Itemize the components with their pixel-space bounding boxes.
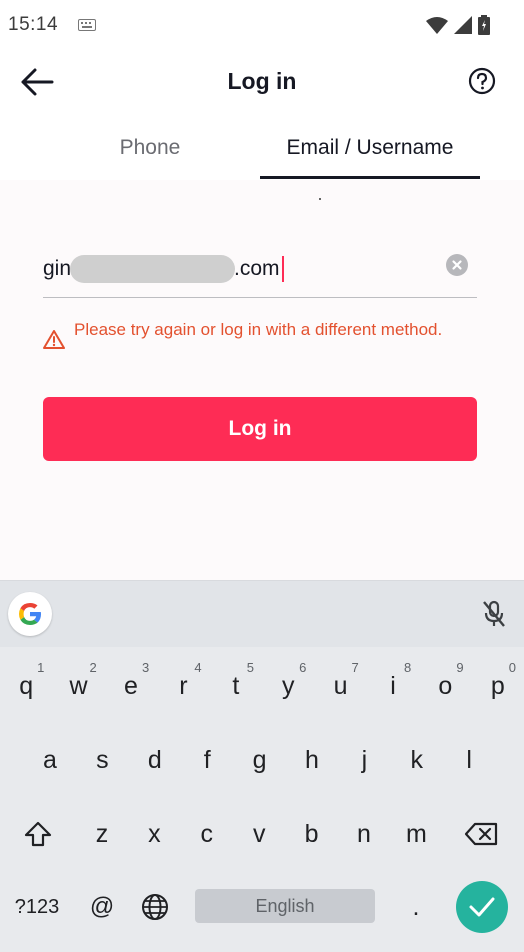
- key-p[interactable]: p0: [472, 656, 524, 716]
- wifi-icon: [426, 17, 448, 34]
- warning-icon: [43, 330, 65, 349]
- key-i[interactable]: i8: [367, 656, 419, 716]
- key-r[interactable]: r4: [157, 656, 209, 716]
- close-icon: [452, 260, 462, 270]
- error-message: Please try again or log in with a differ…: [43, 316, 463, 351]
- key-j[interactable]: j: [338, 730, 390, 790]
- header: Log in: [0, 52, 524, 112]
- key-z[interactable]: z: [76, 804, 128, 864]
- active-tab-indicator: [260, 176, 480, 179]
- enter-key[interactable]: [456, 881, 508, 933]
- key-v[interactable]: v: [233, 804, 285, 864]
- signal-icon: [454, 16, 472, 34]
- shift-key[interactable]: [12, 804, 64, 864]
- battery-icon: [478, 15, 490, 35]
- key-u[interactable]: u7: [314, 656, 366, 716]
- email-input[interactable]: gin .com: [43, 245, 477, 298]
- period-key[interactable]: .: [392, 877, 440, 937]
- key-x[interactable]: x: [128, 804, 180, 864]
- shift-icon: [24, 821, 52, 847]
- voice-input-button[interactable]: [480, 599, 508, 629]
- form-area: [0, 180, 524, 580]
- key-d[interactable]: d: [129, 730, 181, 790]
- keyboard-toolbar: [0, 581, 524, 647]
- key-hint: 7: [351, 660, 359, 675]
- key-c[interactable]: c: [181, 804, 233, 864]
- key-s[interactable]: s: [76, 730, 128, 790]
- globe-icon: [142, 894, 168, 920]
- key-m[interactable]: m: [390, 804, 442, 864]
- page-title: Log in: [227, 68, 297, 94]
- key-q[interactable]: q1: [0, 656, 52, 716]
- space-key[interactable]: English: [195, 889, 375, 923]
- key-hint: 8: [403, 660, 412, 675]
- key-g[interactable]: g: [234, 730, 286, 790]
- key-o[interactable]: o9: [419, 656, 471, 716]
- help-icon: [468, 67, 496, 95]
- key-label: u: [333, 671, 348, 700]
- key-hint: 2: [89, 660, 97, 675]
- key-hint: 1: [37, 660, 45, 675]
- key-hint: 6: [299, 660, 307, 675]
- key-b[interactable]: b: [286, 804, 338, 864]
- key-hint: 9: [456, 660, 464, 675]
- key-t[interactable]: t5: [210, 656, 262, 716]
- text-cursor: [281, 256, 284, 282]
- key-h[interactable]: h: [286, 730, 338, 790]
- key-hint: 4: [194, 660, 202, 675]
- backspace-icon: [464, 822, 498, 846]
- key-label: q: [19, 671, 34, 700]
- backspace-key[interactable]: [455, 804, 507, 864]
- key-label: r: [179, 671, 188, 700]
- key-label: t: [232, 671, 240, 700]
- key-hint: 3: [141, 660, 150, 675]
- key-l[interactable]: l: [443, 730, 495, 790]
- key-f[interactable]: f: [181, 730, 233, 790]
- key-w[interactable]: w2: [52, 656, 104, 716]
- email-value: gin .com: [43, 255, 284, 283]
- status-bar: 15:14: [0, 0, 524, 52]
- at-key[interactable]: @: [78, 877, 126, 937]
- checkmark-icon: [469, 897, 495, 917]
- key-label: p: [490, 671, 505, 700]
- keyboard-status-icon: [78, 19, 96, 31]
- mic-off-icon: [483, 600, 505, 627]
- tab-phone[interactable]: Phone: [60, 136, 240, 160]
- clear-input-button[interactable]: [446, 254, 468, 276]
- google-button[interactable]: [8, 592, 52, 636]
- google-icon: [19, 603, 41, 625]
- key-hint: 0: [508, 660, 516, 675]
- key-label: o: [438, 671, 453, 700]
- email-prefix: gin: [43, 257, 72, 280]
- status-time: 15:14: [8, 14, 59, 35]
- symbols-key[interactable]: ?123: [6, 877, 68, 937]
- key-n[interactable]: n: [338, 804, 390, 864]
- dot: [319, 198, 321, 200]
- key-label: e: [124, 671, 138, 700]
- key-e[interactable]: e3: [105, 656, 157, 716]
- key-a[interactable]: a: [24, 730, 76, 790]
- key-k[interactable]: k: [391, 730, 443, 790]
- key-label: w: [69, 671, 88, 700]
- on-screen-keyboard: q1w2e3r4t5y6u7i8o9p0 asdfghjkl zxcvbnm ?…: [0, 580, 524, 952]
- key-label: i: [390, 671, 396, 700]
- redacted-text: [70, 255, 236, 283]
- login-method-tabs: Phone Email / Username: [0, 130, 524, 181]
- key-hint: 5: [246, 660, 254, 675]
- tab-email-username[interactable]: Email / Username: [260, 136, 480, 160]
- key-label: y: [281, 671, 295, 700]
- language-key[interactable]: [131, 877, 179, 937]
- error-text: Please try again or log in with a differ…: [74, 320, 443, 339]
- login-button[interactable]: Log in: [43, 397, 477, 461]
- key-y[interactable]: y6: [262, 656, 314, 716]
- email-suffix: .com: [234, 257, 280, 280]
- help-button[interactable]: [468, 67, 496, 95]
